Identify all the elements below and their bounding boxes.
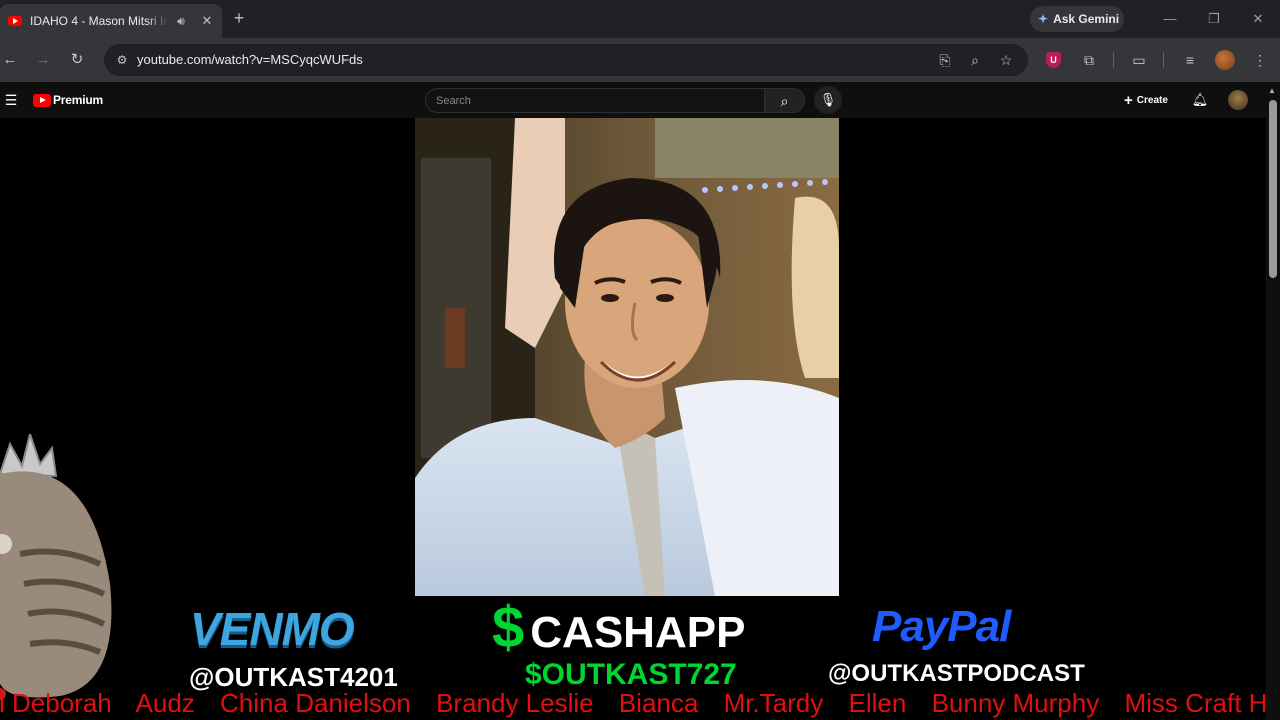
speaker-icon[interactable]: 🔊︎ xyxy=(174,14,188,29)
create-label: Create xyxy=(1136,94,1168,106)
tab-title: IDAHO 4 - Mason Mitsri Int xyxy=(30,14,168,28)
toolbar-divider xyxy=(1163,52,1164,68)
cashapp-logo: $ CASHAPP xyxy=(492,594,745,661)
browser-tab-strip: IDAHO 4 - Mason Mitsri Int 🔊︎ ✕ + ✦ Ask … xyxy=(0,0,1280,38)
search-box[interactable] xyxy=(425,88,765,113)
scrollbar-thumb[interactable] xyxy=(1269,100,1277,278)
ticker-name: Miss Craft Hu xyxy=(1124,688,1266,718)
restore-window-button[interactable]: ❐ xyxy=(1204,9,1224,29)
close-window-button[interactable]: ✕ xyxy=(1248,9,1268,29)
ticker-name: Bianca xyxy=(618,688,699,718)
ticker-name: l Deborah xyxy=(0,688,112,718)
notifications-bell-icon[interactable]: 🔔︎ xyxy=(1190,90,1210,110)
reload-button[interactable]: ↻ xyxy=(67,50,87,70)
install-app-icon[interactable]: ⎘ xyxy=(935,50,955,70)
toolbar-divider xyxy=(1113,52,1114,68)
cashapp-brand-text: CASHAPP xyxy=(530,608,746,657)
voice-search-button[interactable]: 🎙︎ xyxy=(814,86,842,114)
search-icon: ⌕ xyxy=(780,93,789,109)
search-button[interactable]: ⌕ xyxy=(765,88,805,113)
video-frame-photo xyxy=(415,118,839,596)
microphone-icon: 🎙︎ xyxy=(819,92,837,107)
search-tabs-icon[interactable]: ▭ xyxy=(1129,50,1149,70)
bookmark-star-icon[interactable]: ☆ xyxy=(996,50,1016,70)
cashapp-handle: $OUTKAST727 xyxy=(525,658,737,691)
site-info-icon[interactable]: ⚙ xyxy=(114,52,130,68)
create-button[interactable]: + Create xyxy=(1124,90,1168,110)
youtube-premium-label[interactable]: Premium xyxy=(53,93,103,107)
plus-icon: + xyxy=(1124,91,1133,109)
ticker-name: Ellen xyxy=(848,688,907,718)
address-bar[interactable]: ⚙ youtube.com/watch?v=MSCyqcWUFds ⎘ ⌕ ☆ xyxy=(104,44,1028,76)
minimize-window-button[interactable]: — xyxy=(1160,9,1180,29)
browser-menu-icon[interactable]: ⋮ xyxy=(1250,50,1270,70)
photo-illustration xyxy=(415,118,839,596)
video-player[interactable]: VENMO $ CASHAPP PayPal @OUTKAST4201 $OUTK… xyxy=(0,118,1266,720)
new-tab-button[interactable]: + xyxy=(229,8,249,28)
scroll-up-arrow-icon[interactable]: ▲ xyxy=(1268,86,1276,95)
zoom-icon[interactable]: ⌕ xyxy=(965,50,985,70)
back-button[interactable]: ← xyxy=(0,50,20,70)
forward-button[interactable]: → xyxy=(33,50,53,70)
mascot-character-graphic xyxy=(0,434,112,700)
ublock-extension-icon[interactable]: U xyxy=(1046,52,1061,68)
url-text[interactable]: youtube.com/watch?v=MSCyqcWUFds xyxy=(137,52,363,67)
search-input[interactable] xyxy=(436,94,736,108)
ticker-name: Brandy Leslie xyxy=(436,688,594,718)
paypal-logo: PayPal xyxy=(872,602,1011,651)
ask-gemini-button[interactable]: ✦ Ask Gemini xyxy=(1030,6,1124,32)
browser-toolbar: ← → ↻ ⚙ youtube.com/watch?v=MSCyqcWUFds … xyxy=(0,38,1280,82)
extensions-puzzle-icon[interactable]: ⧉ xyxy=(1079,50,1099,70)
ask-gemini-label: Ask Gemini xyxy=(1053,12,1120,26)
paypal-handle: @OUTKASTPODCAST xyxy=(828,660,1085,687)
ticker-name: China Danielson xyxy=(220,688,411,718)
venmo-logo: VENMO xyxy=(190,603,355,655)
close-tab-icon[interactable]: ✕ xyxy=(200,13,214,29)
youtube-favicon-icon xyxy=(8,16,22,26)
ticker-name: Audz xyxy=(135,688,195,718)
gemini-sparkle-icon: ✦ xyxy=(1038,12,1049,26)
youtube-logo-icon[interactable] xyxy=(33,94,51,107)
browser-tab[interactable]: IDAHO 4 - Mason Mitsri Int 🔊︎ ✕ xyxy=(0,4,222,38)
hamburger-menu-icon[interactable]: ☰ xyxy=(4,92,18,108)
media-controls-icon[interactable]: ≡ xyxy=(1180,50,1200,70)
ticker-name: Bunny Murphy xyxy=(931,688,1100,718)
profile-avatar[interactable] xyxy=(1215,50,1235,70)
youtube-masthead: ☰ Premium ⌕ 🎙︎ + Create 🔔︎ xyxy=(0,82,1280,118)
youtube-account-avatar[interactable] xyxy=(1228,90,1248,110)
cashapp-dollar-symbol: $ xyxy=(492,595,525,660)
ticker-name: Mr.Tardy xyxy=(723,688,824,718)
supporter-name-ticker: l Deborah Audz China Danielson Brandy Le… xyxy=(0,688,1266,720)
